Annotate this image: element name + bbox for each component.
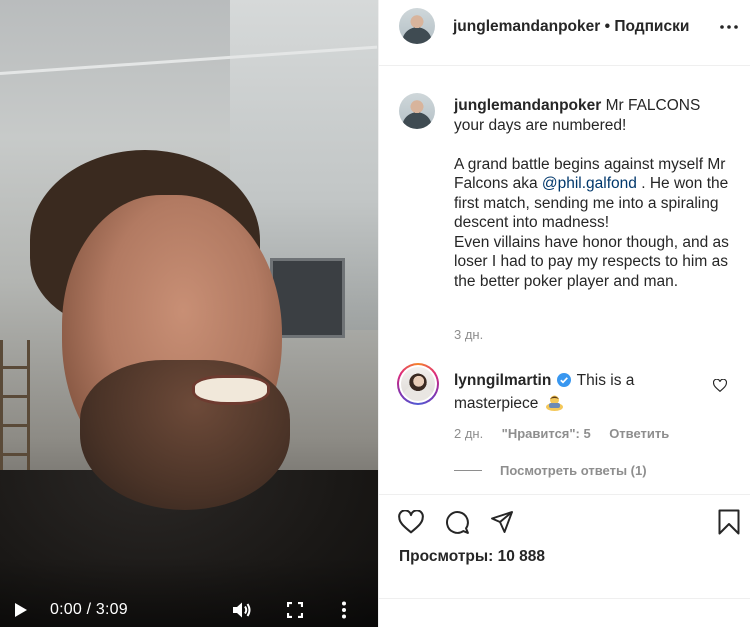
view-replies-label: Посмотреть ответы (1) [500, 463, 647, 478]
caption-author-avatar[interactable] [399, 93, 435, 129]
replies-line [454, 470, 482, 471]
follow-state[interactable]: Подписки [614, 18, 689, 35]
view-replies-button[interactable]: Посмотреть ответы (1) [454, 463, 647, 478]
fullscreen-icon[interactable] [287, 592, 305, 627]
caption-username[interactable]: junglemandanpoker [454, 97, 601, 114]
bowing-person-emoji-icon [545, 393, 564, 417]
view-count[interactable]: Просмотры: 10 888 [399, 548, 545, 566]
heart-outline-icon[interactable] [712, 377, 728, 393]
more-vertical-icon[interactable] [341, 592, 359, 627]
comment-meta: 2 дн. "Нравится": 5 Ответить [454, 425, 669, 443]
author-username[interactable]: junglemandanpoker [453, 18, 600, 35]
share-icon[interactable] [488, 508, 516, 536]
bookmark-icon[interactable] [715, 508, 743, 536]
commenter-story-ring[interactable] [397, 363, 439, 405]
post-video[interactable]: 0:00 / 3:09 [0, 0, 378, 627]
verified-badge-icon [556, 373, 571, 393]
heart-icon[interactable] [397, 508, 425, 536]
comment-timestamp[interactable]: 2 дн. [454, 426, 483, 441]
author-avatar[interactable] [399, 8, 435, 44]
more-horizontal-icon[interactable] [719, 17, 739, 37]
caption-first-paragraph: junglemandanpoker Mr FALCONS your days a… [454, 96, 734, 135]
caption-third-paragraph: Even villains have honor though, and as … [454, 233, 729, 290]
comment-likes[interactable]: "Нравится": 5 [502, 426, 591, 441]
video-subject-teeth [192, 375, 270, 405]
caption-timestamp[interactable]: 3 дн. [454, 327, 483, 342]
volume-icon[interactable] [232, 592, 254, 627]
video-time: 0:00 / 3:09 [50, 600, 128, 618]
play-icon[interactable] [14, 592, 34, 627]
comment-icon[interactable] [443, 508, 471, 536]
header-divider [379, 65, 750, 66]
header-separator: • [600, 18, 615, 35]
video-controls: 0:00 / 3:09 [0, 592, 378, 627]
reply-button[interactable]: Ответить [609, 426, 669, 441]
mention-link[interactable]: @phil.galfond [542, 175, 637, 192]
actions-divider [379, 494, 750, 495]
post-side-panel: junglemandanpoker • Подписки junglemanda… [378, 0, 750, 627]
commenter-avatar[interactable] [401, 367, 435, 401]
commenter-username[interactable]: lynngilmartin [454, 372, 551, 389]
caption-second-paragraph: A grand battle begins against myself Mr … [454, 155, 734, 233]
comment-box-divider [379, 598, 750, 599]
